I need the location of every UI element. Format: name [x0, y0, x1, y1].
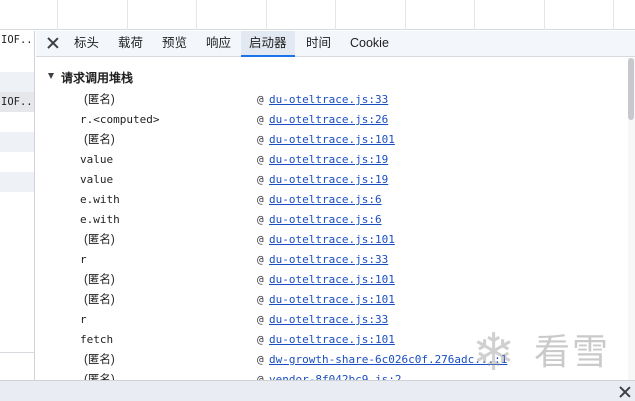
at-symbol: @: [257, 333, 264, 346]
request-row[interactable]: IOF...: [0, 31, 34, 60]
function-name: e.with: [80, 193, 120, 206]
stack-frame: (匿名) @ du-oteltrace.js:101: [36, 291, 616, 311]
source-link[interactable]: du-oteltrace.js:33: [269, 311, 388, 329]
at-symbol: @: [257, 313, 264, 326]
function-name: (匿名): [84, 354, 115, 366]
function-name: (匿名): [84, 274, 115, 286]
stack-frame: r.<computed> @ du-oteltrace.js:26: [36, 111, 616, 131]
source-link[interactable]: du-oteltrace.js:101: [269, 231, 395, 249]
timeline-gridline: [405, 0, 406, 30]
scrollbar-thumb[interactable]: [628, 58, 634, 120]
at-symbol: @: [257, 133, 264, 146]
at-symbol: @: [257, 93, 264, 106]
function-name: r: [80, 253, 87, 266]
at-symbol: @: [257, 153, 264, 166]
stack-frame: e.with @ du-oteltrace.js:6: [36, 211, 616, 231]
at-symbol: @: [257, 193, 264, 206]
stack-frame: r @ du-oteltrace.js:33: [36, 251, 616, 271]
stack-frame: (匿名) @ du-oteltrace.js:101: [36, 271, 616, 291]
timeline-gridline: [613, 0, 614, 30]
function-name: e.with: [80, 213, 120, 226]
source-link[interactable]: du-oteltrace.js:19: [269, 151, 388, 169]
request-row[interactable]: [0, 152, 34, 172]
at-symbol: @: [257, 173, 264, 186]
request-row[interactable]: [0, 60, 34, 72]
stack-frame: (匿名) @ du-oteltrace.js:101: [36, 231, 616, 251]
list-divider: [0, 352, 34, 353]
request-row[interactable]: IOF...: [0, 92, 34, 112]
at-symbol: @: [257, 113, 264, 126]
timeline-gridline: [335, 0, 336, 30]
timeline-gridline: [57, 0, 58, 30]
source-link[interactable]: du-oteltrace.js:101: [269, 291, 395, 309]
tab-headers[interactable]: 标头: [66, 31, 107, 57]
at-symbol: @: [257, 293, 264, 306]
tab-preview[interactable]: 预览: [154, 31, 195, 57]
tab-timing[interactable]: 时间: [298, 31, 339, 57]
request-row[interactable]: [0, 72, 34, 92]
at-symbol: @: [257, 253, 264, 266]
section-title: 请求调用堆栈: [61, 71, 134, 85]
stack-frame: e.with @ du-oteltrace.js:6: [36, 191, 616, 211]
close-icon[interactable]: [45, 35, 61, 51]
source-link[interactable]: du-oteltrace.js:33: [269, 91, 388, 109]
bottom-drawer-bar: [0, 380, 635, 401]
kanxue-watermark: ❄ 看雪: [472, 325, 622, 385]
function-name: (匿名): [84, 234, 115, 246]
function-name: (匿名): [84, 134, 115, 146]
source-link[interactable]: du-oteltrace.js:19: [269, 171, 388, 189]
watermark-text: 看雪: [534, 332, 611, 373]
timeline-gridline: [474, 0, 475, 30]
function-name: fetch: [80, 333, 114, 346]
at-symbol: @: [257, 273, 264, 286]
function-name: (匿名): [84, 94, 115, 106]
timeline-gridline: [196, 0, 197, 30]
request-row[interactable]: [0, 112, 34, 132]
function-name: value: [80, 173, 114, 186]
at-symbol: @: [257, 233, 264, 246]
request-row[interactable]: [0, 132, 34, 152]
close-icon[interactable]: [618, 385, 632, 399]
details-tabbar: 标头 载荷 预览 响应 启动器 时间 Cookie: [36, 31, 635, 57]
request-name: IOF...: [1, 34, 34, 46]
vertical-scrollbar[interactable]: [628, 58, 635, 380]
stack-frame: (匿名) @ du-oteltrace.js:101: [36, 131, 616, 151]
source-link[interactable]: du-oteltrace.js:101: [269, 271, 395, 289]
source-link[interactable]: du-oteltrace.js:6: [269, 191, 382, 209]
tab-initiator[interactable]: 启动器: [241, 31, 295, 57]
source-link[interactable]: du-oteltrace.js:6: [269, 211, 382, 229]
source-link[interactable]: du-oteltrace.js:101: [269, 331, 395, 349]
timeline-gridline: [544, 0, 545, 30]
stack-frame: value @ du-oteltrace.js:19: [36, 151, 616, 171]
function-name: (匿名): [84, 294, 115, 306]
tab-cookies[interactable]: Cookie: [342, 31, 397, 57]
network-timeline: [0, 0, 635, 30]
source-link[interactable]: du-oteltrace.js:33: [269, 251, 388, 269]
snowflake-icon: ❄: [472, 323, 516, 383]
request-list: IOF... IOF...: [0, 31, 35, 380]
source-link[interactable]: du-oteltrace.js:101: [269, 131, 395, 149]
collapse-triangle-icon[interactable]: [48, 73, 54, 79]
tab-response[interactable]: 响应: [198, 31, 239, 57]
timeline-gridline: [127, 0, 128, 30]
request-name: IOF...: [1, 96, 34, 108]
timeline-gridline: [266, 0, 267, 30]
at-symbol: @: [257, 353, 264, 366]
call-stack-section-header[interactable]: 请求调用堆栈: [36, 66, 616, 88]
stack-frame: value @ du-oteltrace.js:19: [36, 171, 616, 191]
function-name: r: [80, 313, 87, 326]
function-name: r.<computed>: [80, 113, 160, 126]
tab-payload[interactable]: 载荷: [110, 31, 151, 57]
at-symbol: @: [257, 213, 264, 226]
request-row[interactable]: [0, 172, 34, 192]
source-link[interactable]: du-oteltrace.js:26: [269, 111, 388, 129]
stack-frame: (匿名) @ du-oteltrace.js:33: [36, 91, 616, 111]
function-name: value: [80, 153, 114, 166]
